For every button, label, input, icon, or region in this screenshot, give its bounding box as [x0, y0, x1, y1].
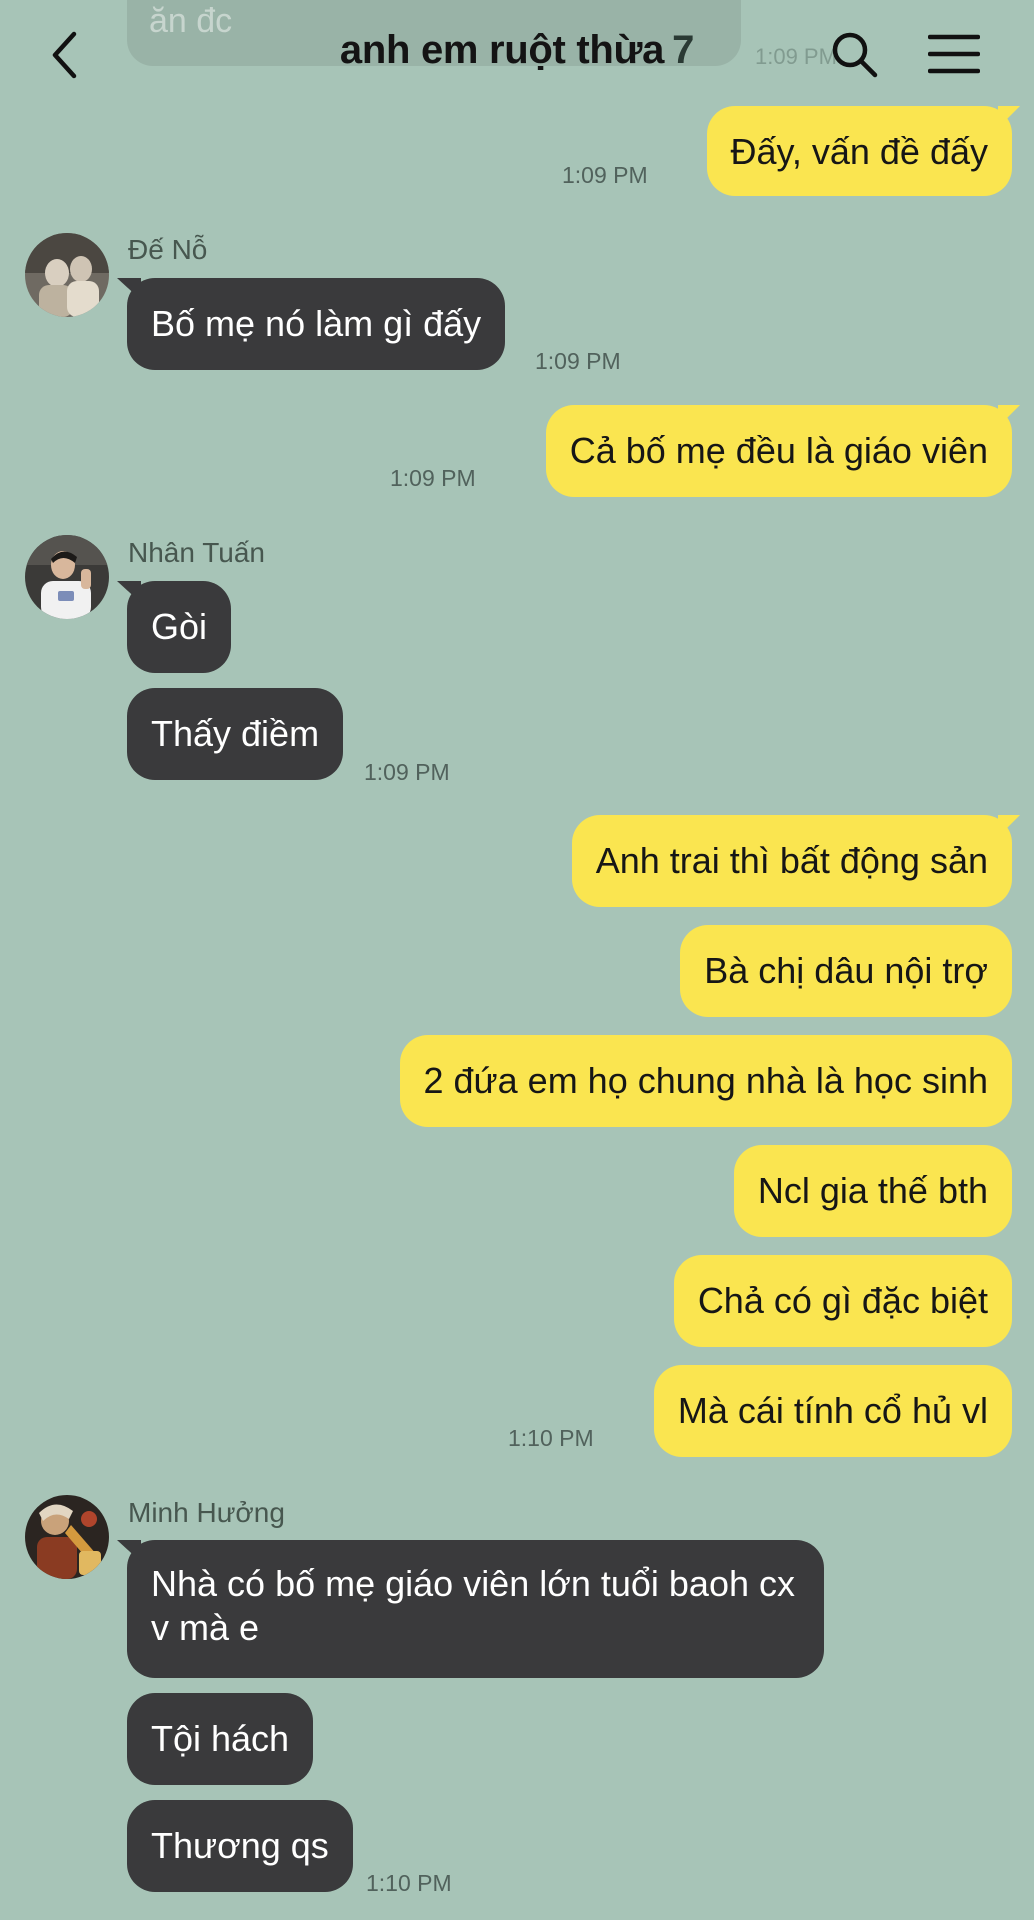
sender-name: Minh Hưởng [128, 1497, 285, 1528]
incoming-message-bubble[interactable]: Nhà có bố mẹ giáo viên lớn tuổi baoh cx … [127, 1540, 824, 1678]
chat-screen: ăn đc 1:09 PM anh em ruột thừa 7 1:09 PM… [0, 0, 1034, 1920]
avatar-photo-de-no [25, 233, 109, 317]
avatar-photo-nhan-tuan [25, 535, 109, 619]
avatar-de-no[interactable] [25, 233, 109, 317]
message-text: Thấy điềm [151, 713, 320, 754]
message-text: Tội hách [151, 1718, 290, 1759]
outgoing-message-bubble[interactable]: Anh trai thì bất động sản [571, 815, 1012, 907]
message-text: Thương qs [151, 1825, 329, 1866]
avatar-nhan-tuan[interactable] [25, 535, 109, 619]
outgoing-message-bubble[interactable]: Mà cái tính cổ hủ vl [653, 1365, 1012, 1457]
avatar-photo-minh-huong [25, 1495, 109, 1579]
outgoing-message-bubble[interactable]: 2 đứa em họ chung nhà là học sinh [399, 1035, 1012, 1127]
member-count: 7 [672, 28, 695, 72]
back-button[interactable] [40, 26, 90, 84]
message-text: Bố mẹ nó làm gì đấy [151, 303, 482, 344]
message-time: 1:09 PM [364, 759, 450, 785]
message-time: 1:09 PM [390, 465, 476, 491]
incoming-message-bubble[interactable]: Thương qs [127, 1800, 353, 1892]
message-text: Anh trai thì bất động sản [595, 840, 988, 881]
sender-name: Nhân Tuấn [128, 537, 265, 568]
search-icon [832, 32, 878, 78]
message-text: Mà cái tính cổ hủ vl [677, 1390, 988, 1431]
outgoing-message-bubble[interactable]: Bà chị dâu nội trợ [680, 925, 1012, 1017]
chat-title-text: anh em ruột thừa [339, 28, 665, 72]
outgoing-message-bubble[interactable]: Ncl gia thế bth [733, 1145, 1012, 1237]
outgoing-message-bubble[interactable]: Đấy, vấn đề đấy [706, 106, 1012, 196]
message-time: 1:09 PM [562, 162, 648, 188]
message-text: Chả có gì đặc biệt [697, 1280, 988, 1321]
sender-name: Đế Nỗ [128, 234, 208, 265]
menu-button[interactable] [926, 28, 982, 80]
chevron-left-icon [52, 31, 77, 79]
incoming-message-bubble[interactable]: Thấy điềm [127, 688, 344, 780]
message-text: Nhà có bố mẹ giáo viên lớn tuổi baoh cx … [151, 1563, 795, 1648]
message-time: 1:10 PM [508, 1425, 594, 1451]
message-text: Đấy, vấn đề đấy [730, 131, 988, 172]
chat-title[interactable]: anh em ruột thừa 7 [260, 28, 774, 73]
incoming-message-bubble[interactable]: Bố mẹ nó làm gì đấy [127, 278, 506, 370]
message-text: Gòi [151, 606, 208, 647]
chat-header: anh em ruột thừa 7 [0, 0, 1034, 110]
outgoing-message-bubble[interactable]: Cả bố mẹ đều là giáo viên [545, 405, 1012, 497]
avatar-minh-huong[interactable] [25, 1495, 109, 1579]
message-text: Ncl gia thế bth [757, 1170, 988, 1211]
message-time: 1:09 PM [535, 348, 621, 374]
incoming-message-bubble[interactable]: Gòi [127, 581, 232, 673]
message-text: 2 đứa em họ chung nhà là học sinh [423, 1060, 989, 1101]
message-text: Cả bố mẹ đều là giáo viên [569, 430, 988, 471]
message-text: Bà chị dâu nội trợ [704, 950, 988, 991]
hamburger-menu-icon [928, 34, 980, 74]
incoming-message-bubble[interactable]: Tội hách [127, 1693, 314, 1785]
search-button[interactable] [826, 26, 882, 82]
outgoing-message-bubble[interactable]: Chả có gì đặc biệt [673, 1255, 1012, 1347]
message-time: 1:10 PM [366, 1870, 452, 1896]
